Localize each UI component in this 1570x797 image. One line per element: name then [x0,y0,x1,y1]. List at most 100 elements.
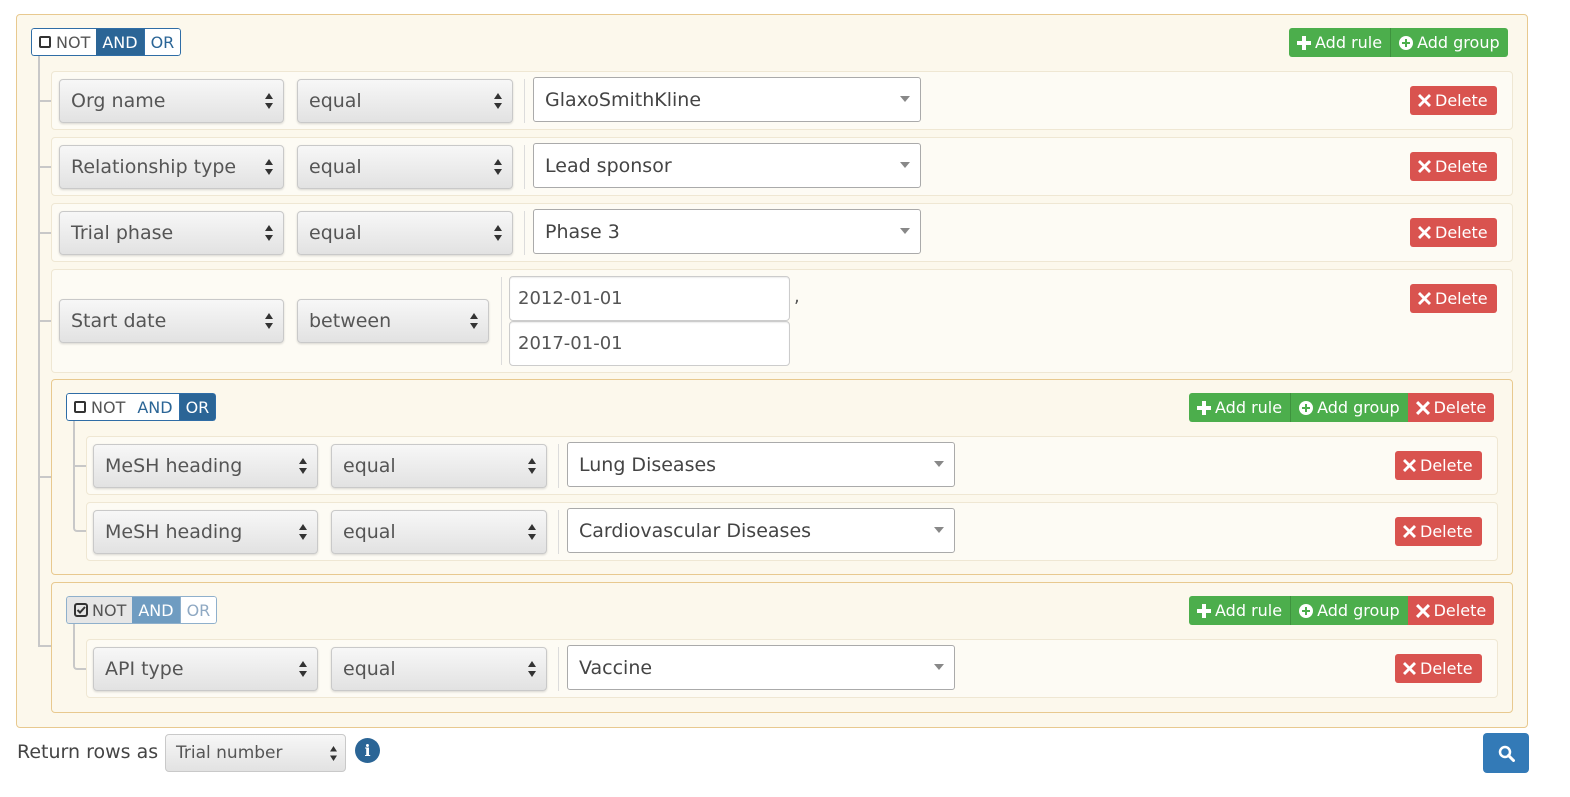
divider [558,647,559,691]
delete-rule-button[interactable]: Delete [1395,451,1482,480]
select-arrows-icon [494,159,502,175]
delete-rule-button[interactable]: Delete [1410,86,1497,115]
date-from-input[interactable]: 2012-01-01 [509,276,790,321]
add-group-button[interactable]: Add group [1390,28,1508,57]
select-arrows-icon [265,159,273,175]
times-icon [1418,292,1431,305]
times-icon [1415,603,1430,618]
not-toggle[interactable]: NOT [66,393,132,421]
divider [524,79,525,123]
delete-rule-button[interactable]: Delete [1410,218,1497,247]
operator-select[interactable]: equal [331,647,547,691]
divider [524,211,525,255]
field-select[interactable]: Org name [59,79,284,123]
not-toggle[interactable]: NOT [66,596,133,624]
delete-rule-button[interactable]: Delete [1395,517,1482,546]
value-dropdown[interactable]: Lead sponsor [533,143,921,188]
add-rule-button[interactable]: Add rule [1289,28,1391,57]
return-rows-label: Return rows as [17,741,159,763]
delete-group-button[interactable]: Delete [1407,393,1495,422]
times-icon [1418,160,1431,173]
tree-connector [38,166,52,168]
field-select[interactable]: MeSH heading [93,444,318,488]
add-rule-button[interactable]: Add rule [1189,393,1291,422]
times-icon [1403,459,1416,472]
group-condition-toggle: NOT AND OR [66,596,218,624]
plus-circle-icon [1399,35,1414,50]
value-dropdown[interactable]: Phase 3 [533,209,921,254]
checkbox-icon [74,401,86,413]
value-dropdown[interactable]: Vaccine [567,645,955,690]
tree-connector [73,466,87,532]
dropdown-caret-icon [900,162,910,168]
dropdown-caret-icon [900,96,910,102]
info-circle-icon[interactable]: i [355,738,380,763]
delete-rule-button[interactable]: Delete [1410,284,1497,313]
or-button[interactable]: OR [179,393,217,421]
plus-icon [1197,603,1211,618]
dropdown-caret-icon [934,461,944,467]
delete-rule-button[interactable]: Delete [1410,152,1497,181]
group-actions: Add rule Add group Delete [1189,393,1495,422]
search-button[interactable] [1483,733,1529,773]
add-rule-button[interactable]: Add rule [1189,596,1291,625]
operator-select[interactable]: equal [331,444,547,488]
select-arrows-icon [330,746,337,761]
delete-group-button[interactable]: Delete [1407,596,1495,625]
select-arrows-icon [528,524,536,540]
operator-select[interactable]: between [297,299,489,343]
times-icon [1403,525,1416,538]
field-select[interactable]: MeSH heading [93,510,318,554]
times-icon [1418,226,1431,239]
add-group-button[interactable]: Add group [1290,596,1408,625]
select-arrows-icon [265,313,273,329]
select-arrows-icon [494,93,502,109]
dropdown-caret-icon [900,228,910,234]
operator-select[interactable]: equal [297,79,513,123]
or-button[interactable]: OR [144,28,182,56]
value-separator: , [794,286,800,307]
return-rows-select[interactable]: Trial number [165,734,346,772]
field-select[interactable]: Trial phase [59,211,284,255]
value-dropdown[interactable]: Cardiovascular Diseases [567,508,955,553]
and-button[interactable]: AND [131,393,180,421]
select-arrows-icon [265,225,273,241]
operator-select[interactable]: equal [297,145,513,189]
dropdown-caret-icon [934,527,944,533]
tree-connector [73,421,75,466]
search-icon [1498,745,1515,762]
select-arrows-icon [470,313,478,329]
times-icon [1415,400,1430,415]
date-to-input[interactable]: 2017-01-01 [509,321,790,366]
dropdown-caret-icon [934,664,944,670]
value-dropdown[interactable]: GlaxoSmithKline [533,77,921,122]
operator-select[interactable]: equal [297,211,513,255]
group-actions: Add rule Add group Delete [1189,596,1495,625]
tree-connector [73,624,87,670]
and-button[interactable]: AND [96,28,145,56]
not-toggle[interactable]: NOT [31,28,97,56]
plus-circle-icon [1299,603,1314,618]
tree-connector [38,645,52,647]
plus-icon [1297,35,1311,50]
field-select[interactable]: Start date [59,299,284,343]
plus-icon [1197,400,1211,415]
plus-circle-icon [1299,400,1314,415]
value-dropdown[interactable]: Lung Diseases [567,442,955,487]
delete-rule-button[interactable]: Delete [1395,654,1482,683]
add-group-button[interactable]: Add group [1290,393,1408,422]
tree-connector [38,56,40,646]
operator-select[interactable]: equal [331,510,547,554]
or-button[interactable]: OR [180,596,218,624]
times-icon [1418,94,1431,107]
tree-connector [38,476,52,478]
divider [524,145,525,189]
select-arrows-icon [528,458,536,474]
field-select[interactable]: Relationship type [59,145,284,189]
tree-connector [38,100,52,102]
group-condition-toggle: NOT AND OR [66,393,217,421]
divider [558,444,559,488]
select-arrows-icon [494,225,502,241]
field-select[interactable]: API type [93,647,318,691]
and-button[interactable]: AND [132,596,181,624]
